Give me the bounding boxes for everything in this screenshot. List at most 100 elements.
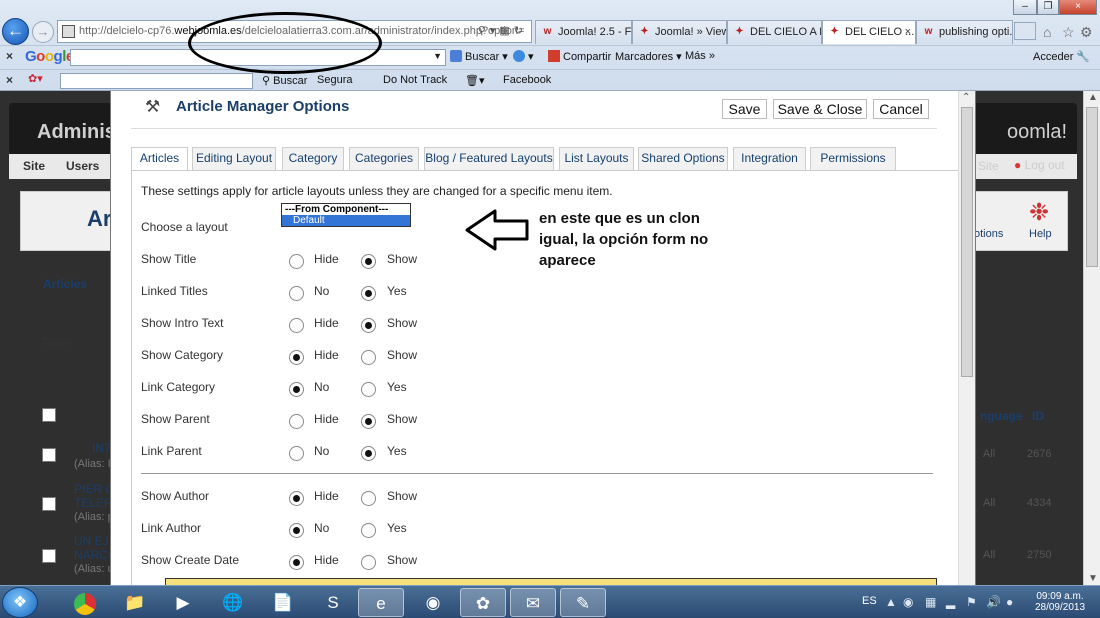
- window-close-button[interactable]: ×: [1059, 0, 1097, 15]
- menu-site[interactable]: Site: [23, 159, 45, 173]
- media-player-taskbar-icon[interactable]: ▶: [160, 588, 206, 617]
- paint-taskbar-icon[interactable]: ✎: [560, 588, 606, 617]
- clock[interactable]: 09:09 a.m. 28/09/2013: [1030, 591, 1090, 613]
- settings-gear-icon[interactable]: ⚙: [1080, 24, 1093, 41]
- start-button[interactable]: ❖: [2, 587, 38, 618]
- tab-shared-options[interactable]: Shared Options: [638, 147, 728, 170]
- browser-tab-1[interactable]: w Joomla! 2.5 - F...: [535, 20, 632, 44]
- close-toolbar-icon[interactable]: ×: [6, 49, 13, 63]
- skype-taskbar-icon[interactable]: S: [310, 588, 356, 617]
- do-not-track-button[interactable]: Do Not Track: [383, 74, 447, 86]
- favorites-star-icon[interactable]: ☆: [1062, 24, 1075, 41]
- browser-tab-5[interactable]: w publishing opti...: [916, 20, 1013, 44]
- home-icon[interactable]: ⌂: [1043, 24, 1051, 40]
- browser-tab-4-active[interactable]: ✦ DEL CIELO ... ×: [822, 20, 916, 44]
- more-button[interactable]: Más »: [685, 50, 715, 62]
- toolbar-search-input[interactable]: [60, 73, 253, 89]
- network-icon[interactable]: ▂: [946, 595, 955, 609]
- tab-category[interactable]: Category: [282, 147, 344, 170]
- option-radio-2[interactable]: [361, 523, 376, 538]
- back-button[interactable]: ←: [2, 18, 29, 45]
- close-tab-icon[interactable]: ×: [905, 21, 911, 43]
- trash-button[interactable]: 🗑▾: [465, 74, 485, 87]
- option-radio-1[interactable]: [289, 350, 304, 365]
- show-hidden-icons-icon[interactable]: ▲: [885, 595, 897, 609]
- row-title[interactable]: UN EJ NARCC: [74, 534, 117, 562]
- dropdown-icon[interactable]: ▼: [433, 51, 442, 61]
- browser-tab-2[interactable]: ✦ Joomla! » View ...: [632, 20, 727, 44]
- internet-explorer-taskbar-icon[interactable]: e: [358, 588, 404, 617]
- new-tab-button[interactable]: [1014, 22, 1036, 40]
- column-id[interactable]: ID: [1032, 409, 1044, 423]
- option-radio-2[interactable]: [361, 382, 376, 397]
- addon-icon[interactable]: ✿▾: [28, 72, 43, 85]
- modal-scrollbar[interactable]: ⌃: [958, 91, 975, 585]
- layout-option-default[interactable]: Default: [282, 215, 410, 226]
- option-radio-1[interactable]: [289, 555, 304, 570]
- google-search-button[interactable]: Buscar ▾: [450, 50, 508, 63]
- tab-categories[interactable]: Categories: [349, 147, 419, 170]
- address-tools-icons[interactable]: ⚲▾▦↻: [478, 24, 527, 37]
- option-radio-1[interactable]: [289, 491, 304, 506]
- option-radio-2[interactable]: [361, 414, 376, 429]
- option-radio-1[interactable]: [289, 286, 304, 301]
- scroll-up-icon[interactable]: ▲: [1088, 92, 1098, 103]
- app-taskbar-icon[interactable]: ✿: [460, 588, 506, 617]
- tray-app-icon[interactable]: ◉: [903, 595, 913, 609]
- tab-list-layouts[interactable]: List Layouts: [559, 147, 634, 170]
- row-checkbox[interactable]: [42, 497, 56, 511]
- flag-icon[interactable]: ⚑: [966, 595, 977, 609]
- row-checkbox[interactable]: [42, 549, 56, 563]
- menu-users[interactable]: Users: [66, 159, 99, 173]
- close-toolbar-icon[interactable]: ×: [6, 73, 13, 87]
- document-taskbar-icon[interactable]: 📄: [260, 588, 306, 617]
- tab-blog-featured-layouts[interactable]: Blog / Featured Layouts: [424, 147, 554, 170]
- save-close-button[interactable]: Save & Close: [773, 99, 867, 119]
- option-radio-2[interactable]: [361, 555, 376, 570]
- signin-button[interactable]: Acceder 🔧: [1033, 50, 1090, 63]
- select-all-checkbox[interactable]: [42, 408, 56, 422]
- scroll-up-icon[interactable]: ⌃: [962, 92, 970, 103]
- column-language[interactable]: nguage: [980, 409, 1023, 423]
- option-radio-1[interactable]: [289, 523, 304, 538]
- window-scrollbar[interactable]: ▲ ▼: [1083, 91, 1100, 585]
- volume-icon[interactable]: 🔊: [986, 595, 1001, 609]
- row-checkbox[interactable]: [42, 448, 56, 462]
- tab-permissions[interactable]: Permissions: [810, 147, 896, 170]
- language-indicator[interactable]: ES: [862, 595, 877, 607]
- option-radio-1[interactable]: [289, 382, 304, 397]
- row-title[interactable]: INT: [92, 441, 111, 455]
- webcam-taskbar-icon[interactable]: ◉: [410, 588, 456, 617]
- tray-update-icon[interactable]: ●: [1006, 595, 1013, 609]
- tab-articles[interactable]: Articles: [131, 147, 188, 171]
- scroll-down-icon[interactable]: ▼: [1088, 573, 1098, 584]
- option-radio-2[interactable]: [361, 254, 376, 269]
- option-radio-1[interactable]: [289, 318, 304, 333]
- forward-button[interactable]: →: [32, 21, 54, 43]
- firefox-taskbar-icon[interactable]: 🌐: [210, 588, 256, 617]
- facebook-button[interactable]: Facebook: [503, 74, 551, 86]
- cancel-button[interactable]: Cancel: [873, 99, 929, 119]
- row-title[interactable]: PIER C TELER: [74, 482, 114, 510]
- bookmarks-button[interactable]: Marcadores ▾: [615, 50, 682, 63]
- option-radio-2[interactable]: [361, 491, 376, 506]
- explorer-taskbar-icon[interactable]: 📁: [112, 588, 158, 617]
- toolbar-search-button[interactable]: ⚲ Buscar: [262, 74, 307, 87]
- tab-editing-layout[interactable]: Editing Layout: [192, 147, 276, 170]
- option-radio-2[interactable]: [361, 286, 376, 301]
- help-button[interactable]: Help: [1029, 228, 1052, 240]
- tab-integration[interactable]: Integration: [733, 147, 806, 170]
- tray-device-icon[interactable]: ▦: [925, 595, 936, 609]
- layout-option-from-component[interactable]: ---From Component---: [282, 204, 410, 215]
- option-radio-1[interactable]: [289, 254, 304, 269]
- mail-taskbar-icon[interactable]: ✉: [510, 588, 556, 617]
- maximize-button[interactable]: ❐: [1037, 0, 1059, 15]
- option-radio-1[interactable]: [289, 414, 304, 429]
- browser-tab-3[interactable]: ✦ DEL CIELO A L...: [727, 20, 822, 44]
- options-button[interactable]: otions: [974, 228, 1003, 240]
- view-site-link[interactable]: Site: [978, 159, 999, 173]
- logout-link[interactable]: ● Log out: [1014, 158, 1065, 172]
- chrome-taskbar-icon[interactable]: [62, 588, 108, 617]
- save-button[interactable]: Save: [722, 99, 767, 119]
- safe-search-button[interactable]: Segura: [317, 74, 352, 86]
